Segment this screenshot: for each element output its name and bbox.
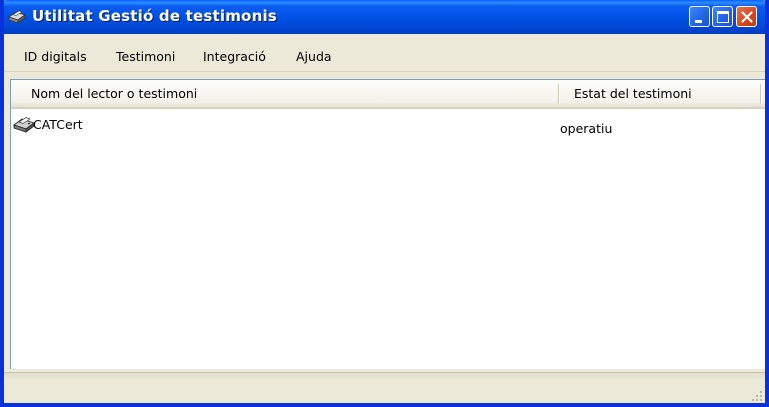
column-header-status[interactable]: Estat del testimoni xyxy=(574,80,692,107)
status-bar xyxy=(4,372,765,403)
token-list-view[interactable]: Nom del lector o testimoni Estat del tes… xyxy=(10,79,765,369)
token-name: CATCert xyxy=(33,117,83,132)
card-reader-icon xyxy=(8,9,26,25)
card-reader-icon xyxy=(13,116,35,133)
app-window: Utilitat Gestió de testimonis ID digital… xyxy=(0,0,769,407)
menu-ajuda[interactable]: Ajuda xyxy=(296,49,332,65)
title-bar[interactable]: Utilitat Gestió de testimonis xyxy=(4,0,765,34)
menu-id-digitals[interactable]: ID digitals xyxy=(24,49,87,65)
window-title: Utilitat Gestió de testimonis xyxy=(32,7,277,25)
close-button[interactable] xyxy=(736,6,757,27)
list-row[interactable]: CATCert operatiu xyxy=(11,113,765,136)
menu-testimoni[interactable]: Testimoni xyxy=(116,49,175,65)
resize-grip-icon[interactable] xyxy=(751,389,763,401)
list-header: Nom del lector o testimoni Estat del tes… xyxy=(11,80,765,109)
close-icon xyxy=(741,11,753,23)
menu-bar: ID digitals Testimoni Integració Ajuda xyxy=(4,34,765,72)
token-status: operatiu xyxy=(560,121,613,136)
maximize-icon xyxy=(717,11,729,23)
column-divider[interactable] xyxy=(558,84,560,104)
menu-integracio[interactable]: Integració xyxy=(203,49,266,65)
minimize-icon xyxy=(695,20,702,23)
minimize-button[interactable] xyxy=(689,6,710,27)
maximize-button[interactable] xyxy=(712,6,733,27)
column-divider[interactable] xyxy=(760,84,762,104)
column-header-name[interactable]: Nom del lector o testimoni xyxy=(31,80,197,107)
